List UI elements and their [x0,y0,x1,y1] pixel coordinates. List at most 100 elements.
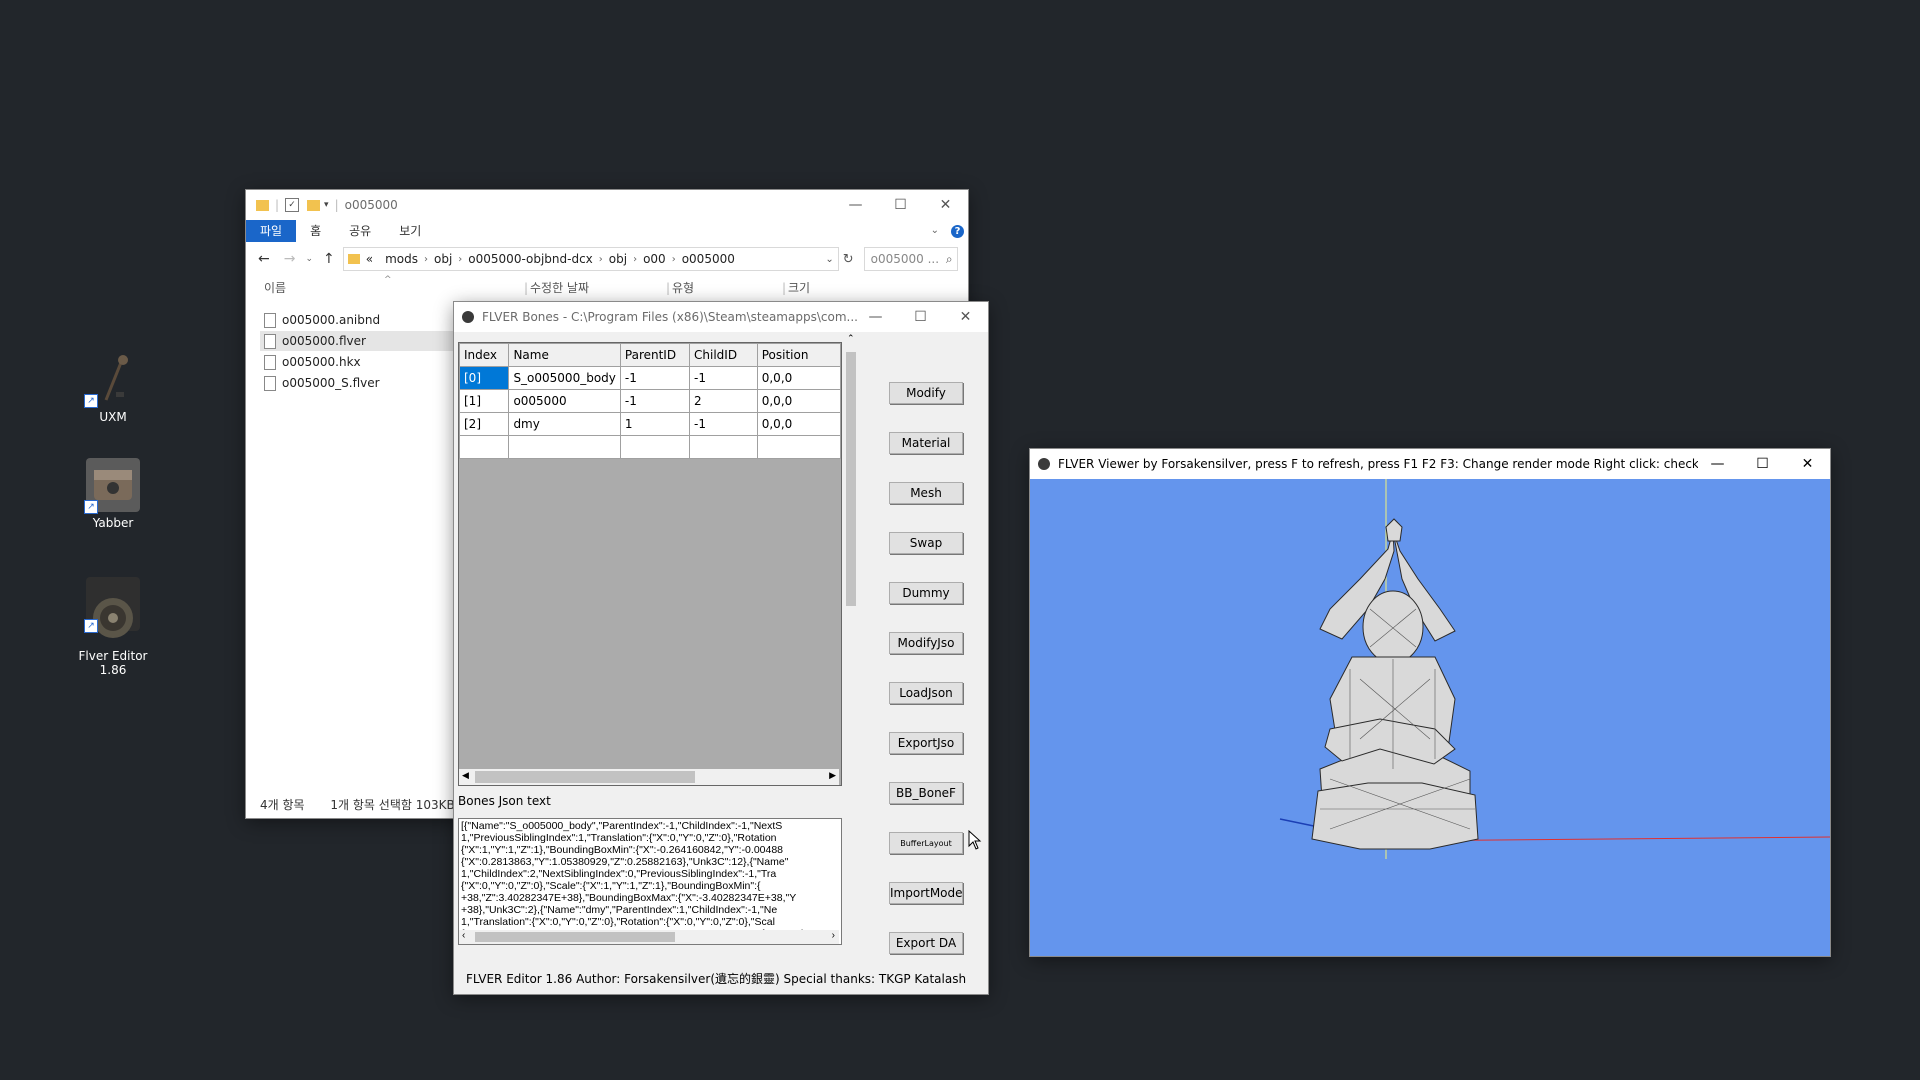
material-button[interactable]: Material [889,432,963,454]
breadcrumb-item[interactable]: o005000 [676,252,741,266]
recent-dropdown-icon[interactable]: ⌄ [305,254,313,264]
grid-vertical-scrollbar[interactable]: ⌃ [844,334,858,788]
up-arrow-icon[interactable]: ↑ [323,251,335,267]
refresh-icon[interactable]: ↻ [843,252,854,267]
cell-index[interactable]: [1] [458,389,510,413]
close-button[interactable]: ✕ [923,190,968,220]
close-button[interactable]: ✕ [943,302,988,332]
scrollbar-thumb[interactable] [475,771,695,783]
cell-name[interactable]: o005000 [508,389,621,413]
json-textarea[interactable]: [{"Name":"S_o005000_body","ParentIndex":… [458,818,842,945]
load-json-button[interactable]: LoadJson [889,682,963,704]
maximize-button[interactable]: ☐ [898,302,943,332]
breadcrumb-item[interactable]: mods [379,252,424,266]
table-row[interactable]: [1] o005000 -1 2 0,0,0 [458,389,842,413]
desktop-icon-yabber[interactable]: ↗ Yabber [65,458,161,530]
viewer-titlebar[interactable]: FLVER Viewer by Forsakensilver, press F … [1030,449,1830,479]
column-header-name[interactable]: 이름 [264,276,286,300]
column-header-size[interactable]: 크기 [782,276,810,300]
help-icon[interactable]: ? [951,225,964,238]
maximize-button[interactable]: ☐ [878,190,923,220]
cell-index[interactable]: [2] [458,412,510,436]
tab-home[interactable]: 홈 [296,220,335,242]
cell-empty[interactable] [756,435,842,459]
cell-position[interactable]: 0,0,0 [756,366,842,390]
minimize-button[interactable]: — [1695,449,1740,479]
file-row[interactable]: o005000.hkx [260,352,460,372]
json-horizontal-scrollbar[interactable]: ‹ › [459,930,839,944]
file-row[interactable]: o005000.anibnd [260,310,460,330]
scroll-left-icon[interactable]: ◀ [462,771,469,781]
cell-index[interactable]: [0] [458,366,510,390]
cell-parentid[interactable]: 1 [619,412,691,436]
export-json-button[interactable]: ExportJso [889,732,963,754]
forward-arrow-icon[interactable]: → [284,251,296,267]
cell-empty[interactable] [458,435,510,459]
file-row[interactable]: o005000_S.flver [260,373,460,393]
column-header-type[interactable]: 유형 [666,276,694,300]
export-da-button[interactable]: Export DA [889,932,963,954]
mesh-button[interactable]: Mesh [889,482,963,504]
scroll-right-icon[interactable]: › [832,930,835,942]
tab-share[interactable]: 공유 [335,220,385,242]
cell-empty[interactable] [619,435,691,459]
back-arrow-icon[interactable]: ← [258,251,270,267]
table-row[interactable]: [2] dmy 1 -1 0,0,0 [458,412,842,436]
cell-empty[interactable] [689,435,758,459]
search-box[interactable]: o005000 ... ⌕ [863,247,958,271]
column-header-name[interactable]: Name [508,343,621,367]
table-row-new[interactable] [458,435,842,459]
column-header-date[interactable]: 수정한 날짜 [524,276,589,300]
modify-json-button[interactable]: ModifyJso [889,632,963,654]
column-header-index[interactable]: Index [458,343,510,367]
swap-button[interactable]: Swap [889,532,963,554]
scroll-left-icon[interactable]: ‹ [462,930,465,942]
bones-titlebar[interactable]: FLVER Bones - C:\Program Files (x86)\Ste… [454,302,988,332]
import-mode-button[interactable]: ImportMode [889,882,963,904]
cell-childid[interactable]: -1 [689,412,758,436]
desktop-icon-uxm[interactable]: ↗ UXM [65,352,161,424]
scroll-up-icon[interactable]: ⌃ [847,334,855,344]
buffer-layout-button[interactable]: BufferLayout [889,832,963,854]
tab-view[interactable]: 보기 [385,220,435,242]
cell-position[interactable]: 0,0,0 [756,389,842,413]
dummy-button[interactable]: Dummy [889,582,963,604]
explorer-titlebar[interactable]: | ✓ ▾ | o005000 — ☐ ✕ [246,190,968,220]
minimize-button[interactable]: — [833,190,878,220]
breadcrumb-item[interactable]: obj [428,252,458,266]
breadcrumb-item[interactable]: o00 [637,252,672,266]
column-header-parentid[interactable]: ParentID [619,343,691,367]
maximize-button[interactable]: ☐ [1740,449,1785,479]
scrollbar-thumb[interactable] [846,352,856,606]
scrollbar-thumb[interactable] [475,932,675,942]
expand-ribbon-icon[interactable]: ⌄ [931,220,939,242]
search-icon[interactable]: ⌕ [946,252,953,267]
cell-name[interactable]: dmy [508,412,621,436]
cell-position[interactable]: 0,0,0 [756,412,842,436]
close-button[interactable]: ✕ [1785,449,1830,479]
tab-file[interactable]: 파일 [246,220,297,242]
table-row[interactable]: [0] S_o005000_body -1 -1 0,0,0 [458,366,842,390]
cell-childid[interactable]: 2 [689,389,758,413]
column-header-childid[interactable]: ChildID [689,343,758,367]
bones-grid[interactable]: Index Name ParentID ChildID Position [0]… [458,342,842,786]
breadcrumb-item[interactable]: o005000-objbnd-dcx [462,252,598,266]
modify-button[interactable]: Modify [889,382,963,404]
minimize-button[interactable]: — [853,302,898,332]
file-row-selected[interactable]: o005000.flver [260,331,460,351]
bb-bonef-button[interactable]: BB_BoneF [889,782,963,804]
3d-viewport[interactable] [1030,479,1830,956]
customize-dropdown-icon[interactable]: ▾ [324,200,329,210]
grid-horizontal-scrollbar[interactable]: ◀ ▶ [459,769,839,785]
breadcrumb-overflow[interactable]: « [360,252,379,266]
cell-empty[interactable] [508,435,621,459]
scroll-right-icon[interactable]: ▶ [829,771,836,781]
address-bar[interactable]: « mods › obj › o005000-objbnd-dcx › obj … [342,247,839,271]
search-input[interactable]: o005000 ... [871,252,946,266]
cell-parentid[interactable]: -1 [619,366,691,390]
column-header-position[interactable]: Position [756,343,842,367]
new-folder-icon[interactable] [307,199,321,211]
address-dropdown-icon[interactable]: ⌄ [825,254,833,265]
properties-icon[interactable]: ✓ [285,198,300,212]
breadcrumb-item[interactable]: obj [603,252,633,266]
